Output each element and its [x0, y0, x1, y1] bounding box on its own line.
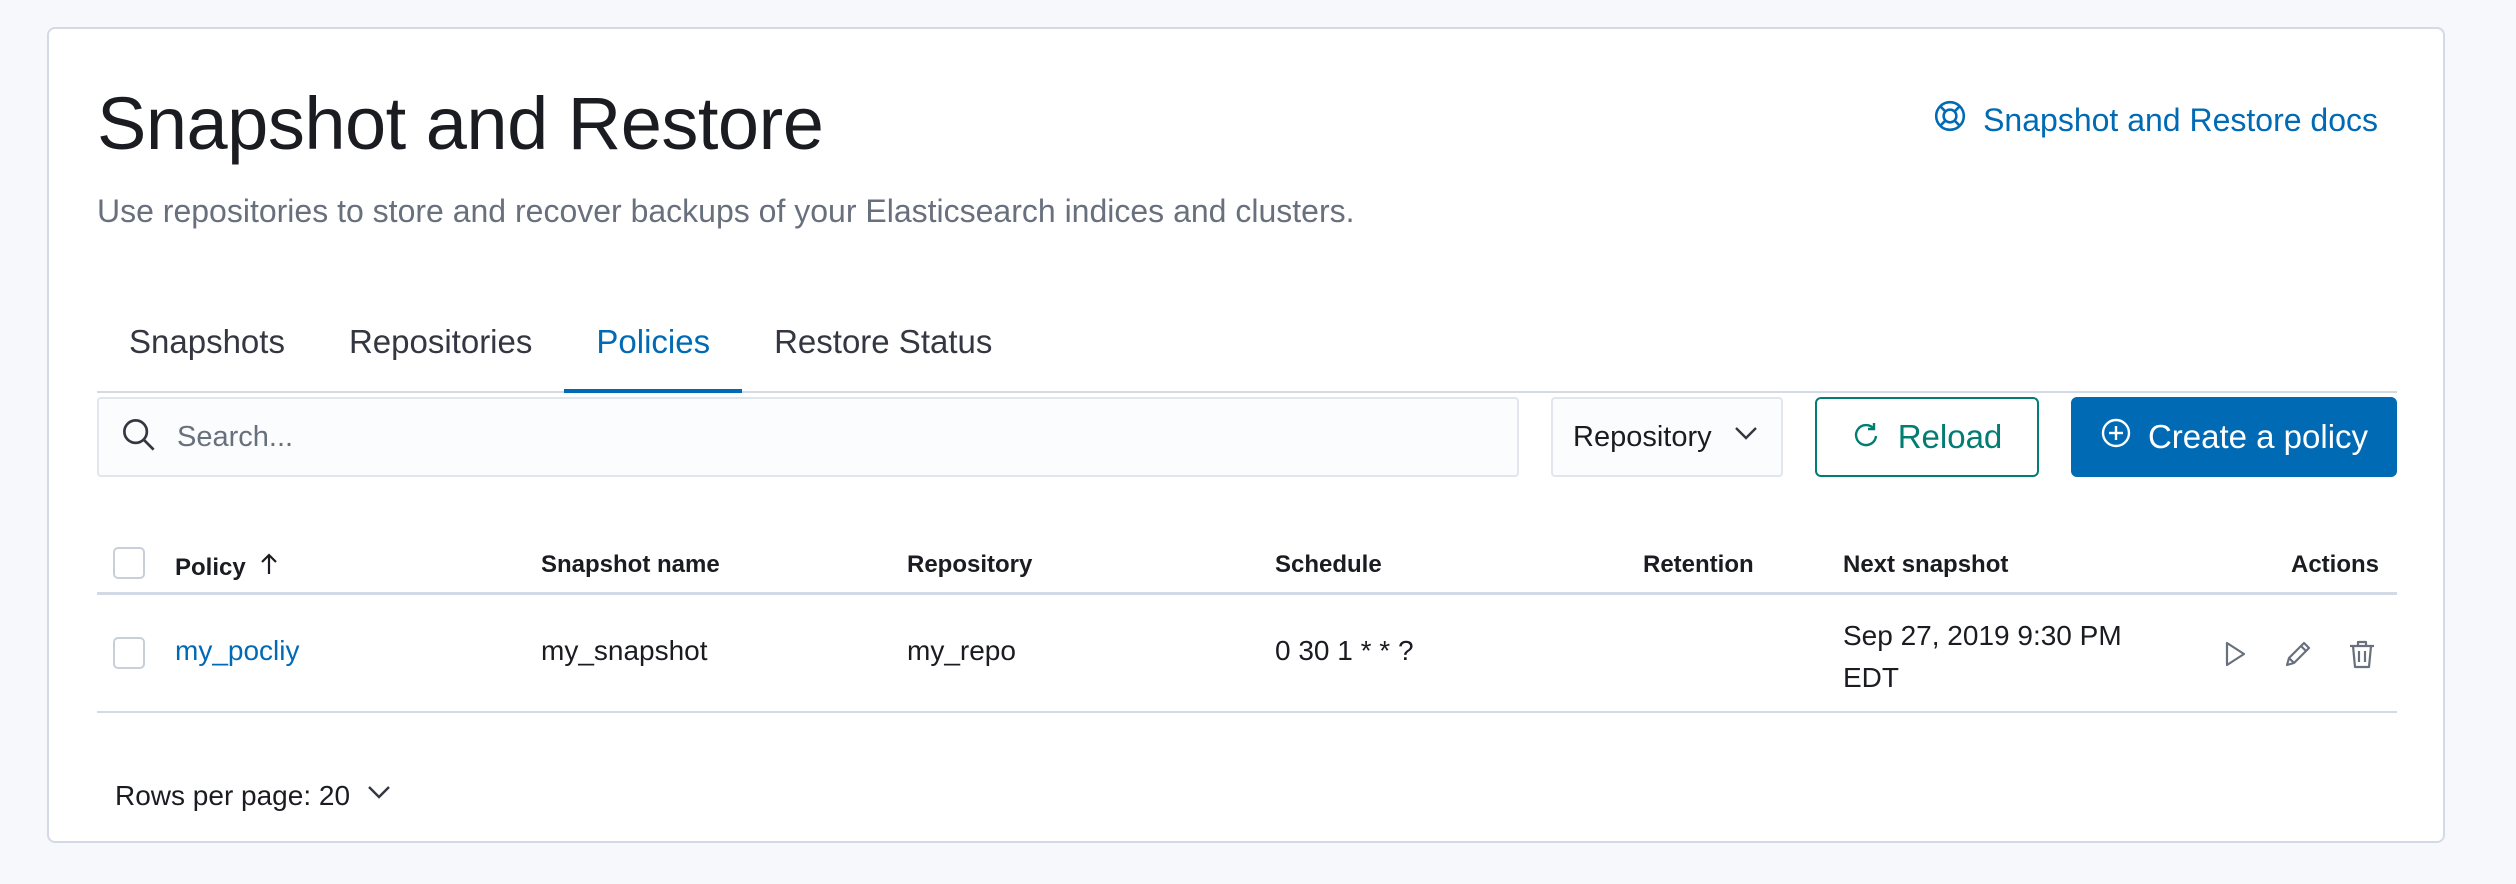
chevron-down-icon	[1733, 420, 1759, 454]
repository-cell: my_repo	[907, 635, 1016, 666]
table-row: my_pocliy my_snapshot my_repo 0 30 1 * *…	[97, 595, 2397, 713]
next-snapshot-cell: Sep 27, 2019 9:30 PM EDT	[1843, 615, 2122, 699]
reload-label: Reload	[1897, 418, 2003, 455]
next-snapshot-datetime: Sep 27, 2019 9:30 PM	[1843, 620, 2122, 651]
edit-icon[interactable]	[2281, 637, 2315, 671]
create-policy-label: Create a policy	[2147, 418, 2369, 455]
column-header-policy[interactable]: Policy	[175, 551, 282, 584]
column-header-snapshot-name[interactable]: Snapshot name	[541, 551, 720, 579]
search-input[interactable]	[177, 420, 1477, 454]
search-icon	[99, 417, 177, 458]
column-header-repository[interactable]: Repository	[907, 551, 1032, 579]
plus-circle-icon	[2100, 417, 2132, 457]
column-header-next-snapshot[interactable]: Next snapshot	[1843, 551, 2008, 579]
column-header-policy-label: Policy	[175, 553, 246, 581]
column-header-actions: Actions	[2290, 551, 2379, 578]
rows-per-page-label: Rows per page: 20	[115, 779, 351, 811]
tab-restore-status[interactable]: Restore Status	[742, 291, 1024, 391]
repository-filter-button[interactable]: Repository	[1551, 397, 1783, 477]
tab-bar: Snapshots Repositories Policies Restore …	[97, 291, 2397, 393]
rows-per-page-selector[interactable]: Rows per page: 20	[115, 779, 392, 812]
schedule-cell: 0 30 1 * * ?	[1275, 635, 1414, 666]
column-header-schedule[interactable]: Schedule	[1275, 551, 1382, 579]
sort-arrow-up-icon	[256, 551, 282, 584]
delete-icon[interactable]	[2345, 637, 2379, 671]
help-lifebuoy-icon	[1933, 99, 1967, 141]
tab-snapshots[interactable]: Snapshots	[97, 291, 317, 391]
policies-table: Policy Snapshot name Repository Schedule…	[97, 531, 2397, 713]
row-select-checkbox[interactable]	[113, 637, 145, 669]
docs-link-label: Snapshot and Restore docs	[1983, 101, 2378, 138]
page-title: Snapshot and Restore	[97, 82, 824, 165]
tab-policies[interactable]: Policies	[564, 291, 742, 393]
repository-filter-label: Repository	[1573, 420, 1712, 453]
search-box	[97, 397, 1519, 477]
policy-name-link[interactable]: my_pocliy	[175, 635, 299, 667]
page-description: Use repositories to store and recover ba…	[97, 193, 1355, 229]
row-actions	[2217, 637, 2379, 671]
create-policy-button[interactable]: Create a policy	[2071, 397, 2397, 477]
column-header-retention[interactable]: Retention	[1643, 551, 1754, 579]
chevron-down-icon	[366, 779, 392, 812]
table-header: Policy Snapshot name Repository Schedule…	[97, 531, 2397, 595]
snapshot-name-cell: my_snapshot	[541, 635, 708, 666]
page-panel: Snapshot and Restore Snapshot and Restor…	[47, 27, 2445, 843]
run-icon[interactable]	[2217, 637, 2251, 671]
docs-link[interactable]: Snapshot and Restore docs	[1933, 99, 2378, 141]
next-snapshot-timezone: EDT	[1843, 662, 1899, 693]
refresh-icon	[1852, 418, 1880, 456]
reload-button[interactable]: Reload	[1815, 397, 2039, 477]
tab-repositories[interactable]: Repositories	[317, 291, 564, 391]
select-all-checkbox[interactable]	[113, 547, 145, 579]
